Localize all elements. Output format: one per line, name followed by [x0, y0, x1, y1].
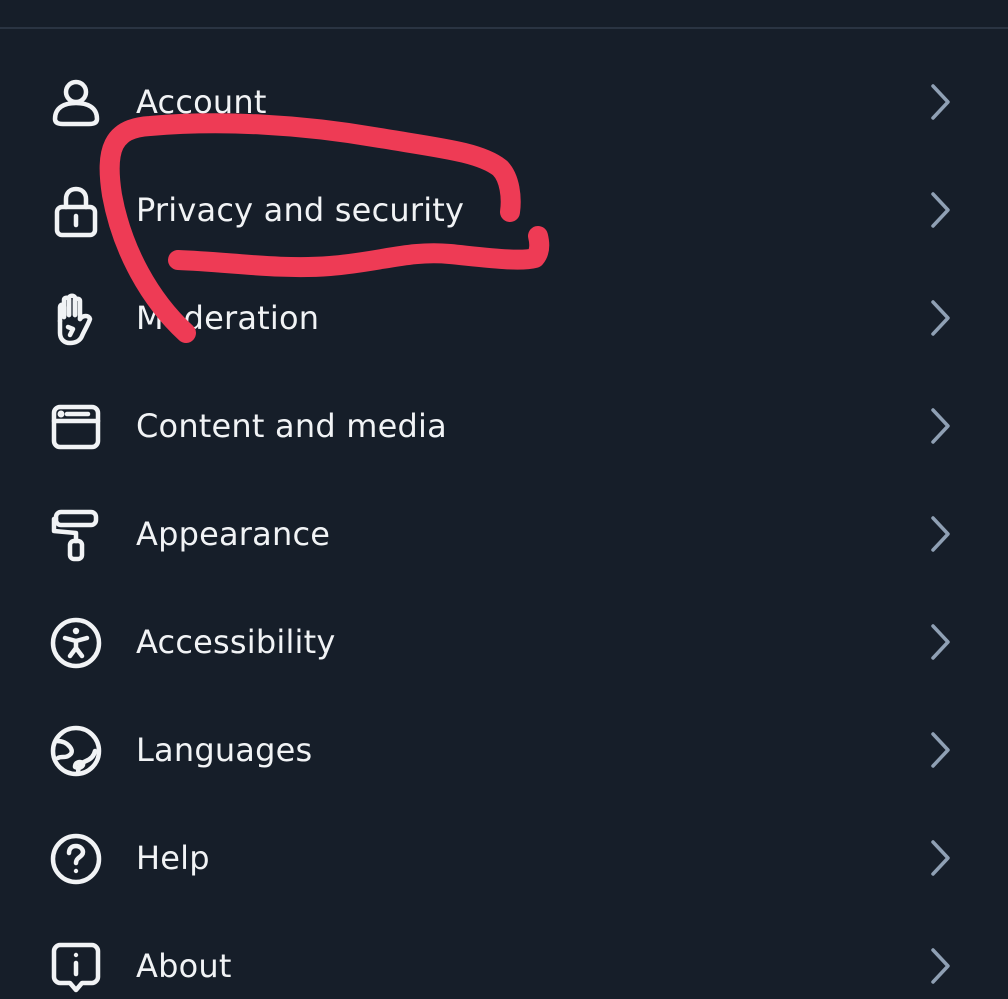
settings-item-label: Languages: [136, 731, 313, 769]
settings-item-label: Appearance: [136, 515, 331, 553]
settings-item-label: Help: [136, 839, 210, 877]
chevron-right-icon: [926, 299, 954, 337]
globe-icon: [48, 723, 104, 779]
chevron-right-icon: [926, 83, 954, 121]
settings-item-label: Accessibility: [136, 623, 336, 661]
settings-item-accessibility[interactable]: Accessibility: [0, 588, 1008, 696]
settings-item-appearance[interactable]: Appearance: [0, 480, 1008, 588]
top-divider: [0, 27, 1008, 29]
accessibility-person-icon: [48, 615, 104, 671]
settings-item-content-and-media[interactable]: Content and media: [0, 372, 1008, 480]
settings-item-about[interactable]: About: [0, 912, 1008, 999]
settings-item-languages[interactable]: Languages: [0, 696, 1008, 804]
browser-window-icon: [48, 399, 104, 455]
settings-list: Account Privacy and security Moderation …: [0, 48, 1008, 999]
settings-item-label: Content and media: [136, 407, 447, 445]
settings-item-help[interactable]: Help: [0, 804, 1008, 912]
lock-icon: [48, 183, 104, 239]
settings-item-label: Moderation: [136, 299, 320, 337]
question-circle-icon: [48, 831, 104, 887]
settings-item-label: Privacy and security: [136, 191, 465, 229]
settings-item-account[interactable]: Account: [0, 48, 1008, 156]
raised-hand-icon: [48, 291, 104, 347]
info-speech-bubble-icon: [48, 939, 104, 995]
chevron-right-icon: [926, 191, 954, 229]
chevron-right-icon: [926, 731, 954, 769]
settings-item-moderation[interactable]: Moderation: [0, 264, 1008, 372]
paint-roller-icon: [48, 507, 104, 563]
chevron-right-icon: [926, 947, 954, 985]
settings-item-label: About: [136, 947, 232, 985]
settings-item-privacy-and-security[interactable]: Privacy and security: [0, 156, 1008, 264]
chevron-right-icon: [926, 839, 954, 877]
person-icon: [48, 75, 104, 131]
settings-item-label: Account: [136, 83, 267, 121]
chevron-right-icon: [926, 623, 954, 661]
chevron-right-icon: [926, 515, 954, 553]
chevron-right-icon: [926, 407, 954, 445]
